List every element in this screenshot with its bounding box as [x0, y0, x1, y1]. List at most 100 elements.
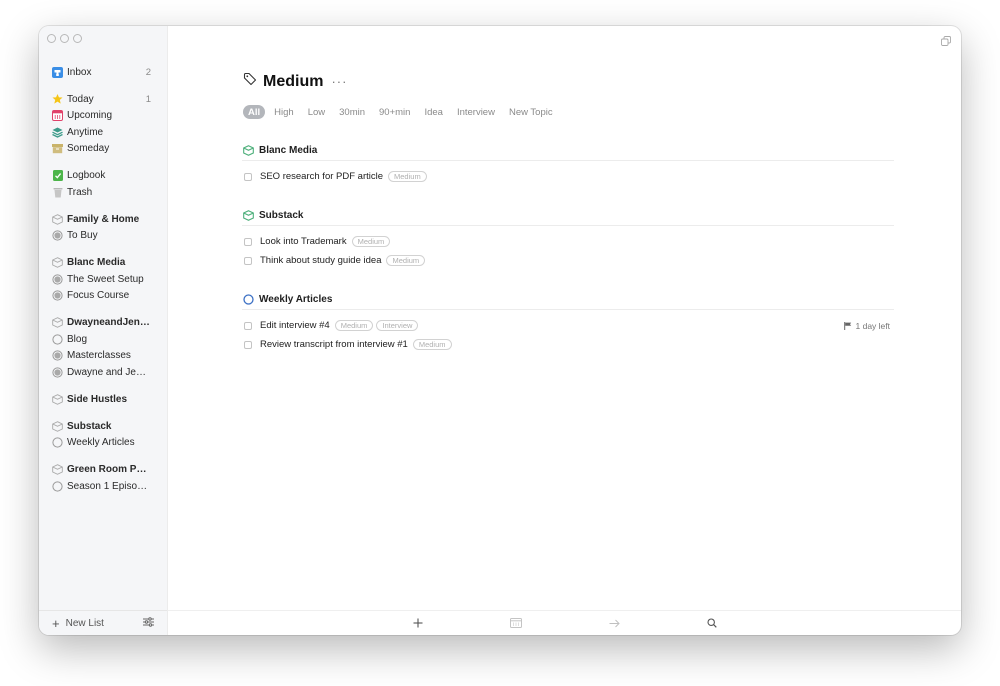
sidebar-item-today[interactable]: Today 1 [39, 91, 167, 107]
section-substack: Substack Look into Trademark Medium Think a… [242, 206, 894, 270]
sidebar-item-label: To Buy [67, 230, 98, 242]
section-header[interactable]: Weekly Articles [242, 290, 894, 310]
sidebar-item-label: Upcoming [67, 110, 113, 122]
area-icon [243, 145, 254, 156]
task-title: Think about study guide idea [260, 255, 382, 266]
new-todo-button[interactable] [411, 616, 425, 630]
sidebar-item-label: Green Room Pod... [67, 464, 151, 476]
sidebar-item-dwayneandjenn[interactable]: DwayneandJenn... [39, 315, 167, 331]
plus-icon: + [52, 615, 60, 631]
filter-interview[interactable]: Interview [452, 105, 500, 119]
project-icon [243, 294, 254, 305]
close-window-button[interactable] [47, 34, 56, 43]
sidebar-item-label: Anytime [67, 126, 104, 138]
sidebar-item-label: Inbox [67, 66, 92, 78]
sidebar-item-label: Today [67, 93, 94, 105]
sidebar-item-dwayne-and-jenn[interactable]: Dwayne and Jenn... [39, 364, 167, 380]
zoom-window-button[interactable] [73, 34, 82, 43]
when-calendar-button[interactable] [509, 616, 523, 630]
task-row[interactable]: Think about study guide idea Medium [242, 251, 894, 270]
task-title: Edit interview #4 [260, 320, 330, 331]
sidebar-item-green-room-pod[interactable]: Green Room Pod... [39, 462, 167, 478]
new-list-button[interactable]: New List [66, 618, 104, 629]
task-title: Review transcript from interview #1 [260, 339, 408, 350]
sidebar-item-label: Masterclasses [67, 350, 131, 362]
logbook-icon [52, 170, 63, 182]
section-header[interactable]: Substack [242, 206, 894, 226]
task-title: SEO research for PDF article [260, 171, 384, 182]
sidebar-item-focus-course[interactable]: Focus Course [39, 287, 167, 303]
task-tag: Medium [334, 320, 374, 331]
tag-filter-bar: All High Low 30min 90+min Idea Interview New To… [243, 105, 562, 119]
sidebar-item-someday[interactable]: Someday [39, 140, 167, 156]
more-options-button[interactable]: ··· [331, 74, 347, 89]
sidebar-item-label: Blanc Media [67, 257, 126, 269]
task-checkbox[interactable] [244, 321, 252, 330]
task-row[interactable]: Look into Trademark Medium [242, 232, 894, 251]
task-tag: Medium [351, 236, 391, 247]
deadline-indicator: 1 day left [843, 321, 890, 331]
task-checkbox[interactable] [244, 340, 252, 349]
task-row[interactable]: Edit interview #4 Medium Interview 1 day le… [242, 316, 894, 335]
filter-low[interactable]: Low [303, 105, 330, 119]
sidebar-item-blanc-media[interactable]: Blanc Media [39, 255, 167, 271]
arrow-right-icon [609, 619, 620, 627]
trash-icon [52, 187, 63, 198]
area-cube-icon [52, 214, 63, 225]
bottom-toolbar [168, 610, 961, 635]
task-row[interactable]: SEO research for PDF article Medium [242, 167, 894, 186]
task-checkbox[interactable] [244, 237, 252, 246]
project-progress-icon [52, 366, 63, 378]
sidebar-item-blog[interactable]: Blog [39, 331, 167, 347]
sidebar-item-inbox[interactable]: Inbox 2 [39, 64, 167, 80]
search-button[interactable] [705, 616, 719, 630]
sidebar-item-upcoming[interactable]: Upcoming [39, 108, 167, 124]
sidebar-item-to-buy[interactable]: To Buy [39, 228, 167, 244]
task-tag: Medium [412, 339, 452, 350]
sidebar-item-the-sweet-setup[interactable]: The Sweet Setup [39, 271, 167, 287]
sidebar-item-label: Logbook [67, 170, 106, 182]
project-progress-icon [52, 350, 63, 361]
section-header[interactable]: Blanc Media [242, 141, 894, 161]
sidebar-item-family-home[interactable]: Family & Home [39, 211, 167, 227]
sidebar-item-side-hustles[interactable]: Side Hustles [39, 391, 167, 407]
project-progress-icon [52, 274, 63, 285]
filter-30min[interactable]: 30min [334, 105, 370, 119]
list-header: Medium ··· [243, 72, 347, 91]
sidebar-item-substack[interactable]: Substack [39, 418, 167, 434]
sidebar-item-season-1-episodes[interactable]: Season 1 Episodes [39, 478, 167, 494]
task-tag: Medium [386, 255, 426, 266]
area-cube-icon [52, 421, 63, 432]
area-cube-icon [52, 317, 63, 329]
filter-90-min[interactable]: 90+min [374, 105, 415, 119]
search-icon [707, 618, 717, 628]
sidebar-item-masterclasses[interactable]: Masterclasses [39, 347, 167, 363]
filter-new-topic[interactable]: New Topic [504, 105, 558, 119]
sidebar-item-trash[interactable]: Trash [39, 184, 167, 200]
sidebar-footer: + New List [39, 610, 167, 635]
area-cube-icon [52, 257, 63, 269]
task-row[interactable]: Review transcript from interview #1 Mediu… [242, 335, 894, 354]
settings-sliders-icon[interactable] [143, 616, 154, 630]
sidebar-item-label: Blog [67, 333, 88, 345]
filter-all[interactable]: All [243, 105, 266, 119]
move-button[interactable] [607, 616, 621, 630]
area-cube-icon [52, 393, 63, 405]
task-checkbox[interactable] [244, 256, 252, 265]
window-restore-icon[interactable] [941, 33, 951, 51]
sidebar-item-logbook[interactable]: Logbook [39, 168, 167, 184]
archive-box-icon [52, 143, 63, 154]
layers-icon [52, 127, 63, 138]
filter-high[interactable]: High [269, 105, 299, 119]
minimize-window-button[interactable] [60, 34, 69, 43]
sidebar-item-anytime[interactable]: Anytime [39, 124, 167, 140]
sidebar-item-weekly-articles[interactable]: Weekly Articles [39, 435, 167, 451]
task-checkbox[interactable] [244, 172, 252, 181]
area-cube-icon [52, 464, 63, 476]
area-icon [243, 210, 254, 221]
filter-idea[interactable]: Idea [419, 105, 448, 119]
